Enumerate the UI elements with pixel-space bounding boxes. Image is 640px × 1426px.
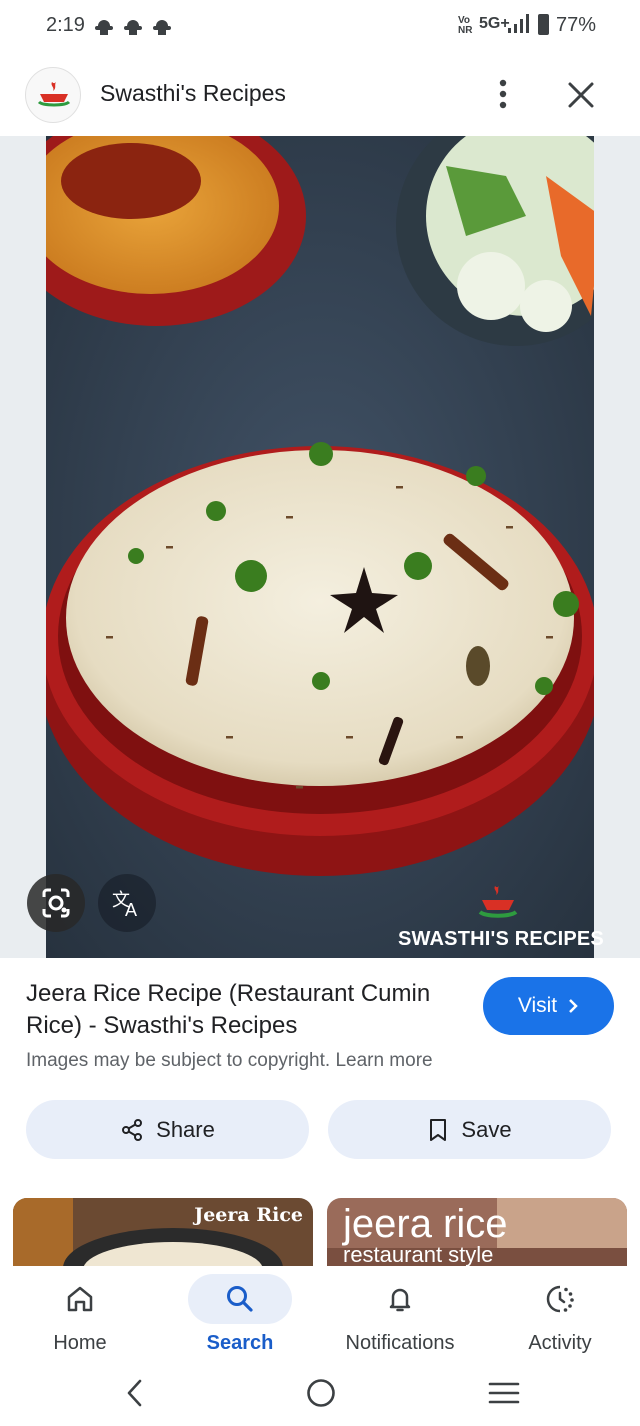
visit-button[interactable]: Visit — [483, 977, 614, 1035]
google-lens-icon — [42, 888, 70, 918]
visit-label: Visit — [517, 994, 558, 1017]
translate-button[interactable]: 文 A — [98, 874, 156, 932]
recents-icon[interactable] — [487, 1380, 521, 1406]
related-image-2-subtitle: restaurant style — [343, 1242, 494, 1266]
signal-icon — [508, 14, 529, 33]
network-label: Vo NR — [458, 15, 473, 36]
status-bar: 2:19 Vo NR 5G+ 77% — [0, 0, 640, 54]
nav-home-label: Home — [53, 1332, 107, 1354]
save-button[interactable]: Save — [328, 1100, 611, 1159]
image-preview: SWASTHI'S RECIPES 文 A — [0, 136, 640, 958]
nav-activity-label: Activity — [528, 1332, 592, 1354]
site-name[interactable]: Swasthi's Recipes — [100, 80, 286, 107]
translate-icon: 文 A — [112, 890, 137, 920]
share-label: Share — [156, 1116, 215, 1142]
nav-home-icon-wrap — [28, 1274, 132, 1324]
close-icon[interactable] — [562, 76, 600, 114]
bowl-logo-icon — [37, 82, 71, 107]
related-image-2-title: jeera rice — [343, 1202, 508, 1246]
nav-search-label: Search — [206, 1332, 274, 1354]
home-circle-icon[interactable] — [304, 1376, 338, 1410]
weather-icon — [95, 20, 113, 35]
bottom-navigation: Home Search Notifications Activity — [0, 1266, 640, 1366]
nav-notifications[interactable]: Notifications — [320, 1266, 480, 1366]
nav-home[interactable]: Home — [0, 1266, 160, 1366]
svg-text:A: A — [125, 900, 137, 920]
nav-notifications-label: Notifications — [345, 1332, 455, 1354]
battery-icon — [538, 14, 549, 35]
share-icon — [122, 1118, 143, 1141]
bookmark-icon — [430, 1118, 447, 1141]
home-icon — [67, 1286, 93, 1312]
nav-activity[interactable]: Activity — [480, 1266, 640, 1366]
nav-activity-icon-wrap — [508, 1274, 612, 1324]
nav-search-icon-wrap — [188, 1274, 292, 1324]
search-icon — [227, 1286, 253, 1312]
nav-search[interactable]: Search — [160, 1266, 320, 1366]
status-time: 2:19 — [46, 14, 85, 36]
copyright-text: Images may be subject to copyright. — [26, 1050, 331, 1071]
more-vert-icon[interactable] — [488, 74, 518, 114]
back-icon[interactable] — [124, 1378, 146, 1408]
activity-icon — [546, 1285, 574, 1313]
related-image-1[interactable]: Jeera Rice — [13, 1198, 313, 1266]
jeera-rice-photo[interactable] — [46, 136, 594, 958]
nav-notifications-icon-wrap — [348, 1274, 452, 1324]
chevron-right-icon — [569, 999, 578, 1013]
system-navigation-bar — [0, 1366, 640, 1426]
network-type: 5G+ — [479, 15, 510, 32]
result-header: Swasthi's Recipes — [0, 56, 640, 136]
bell-icon — [389, 1288, 411, 1312]
result-title[interactable]: Jeera Rice Recipe (Restaurant Cumin Rice… — [26, 978, 446, 1042]
related-image-2[interactable]: jeera rice restaurant style — [327, 1198, 627, 1266]
copyright-notice: Images may be subject to copyright. Lear… — [26, 1050, 433, 1072]
share-button[interactable]: Share — [26, 1100, 309, 1159]
weather-icon — [124, 20, 142, 35]
site-logo[interactable] — [25, 67, 81, 123]
google-lens-button[interactable] — [27, 874, 85, 932]
weather-icon — [153, 20, 171, 35]
related-image-1-text: Jeera Rice — [194, 1204, 303, 1226]
image-watermark: SWASTHI'S RECIPES — [398, 928, 604, 950]
battery-level: 77% — [556, 14, 597, 36]
learn-more-link[interactable]: Learn more — [335, 1050, 432, 1071]
save-label: Save — [461, 1116, 512, 1142]
watermark-logo-icon — [478, 886, 518, 918]
